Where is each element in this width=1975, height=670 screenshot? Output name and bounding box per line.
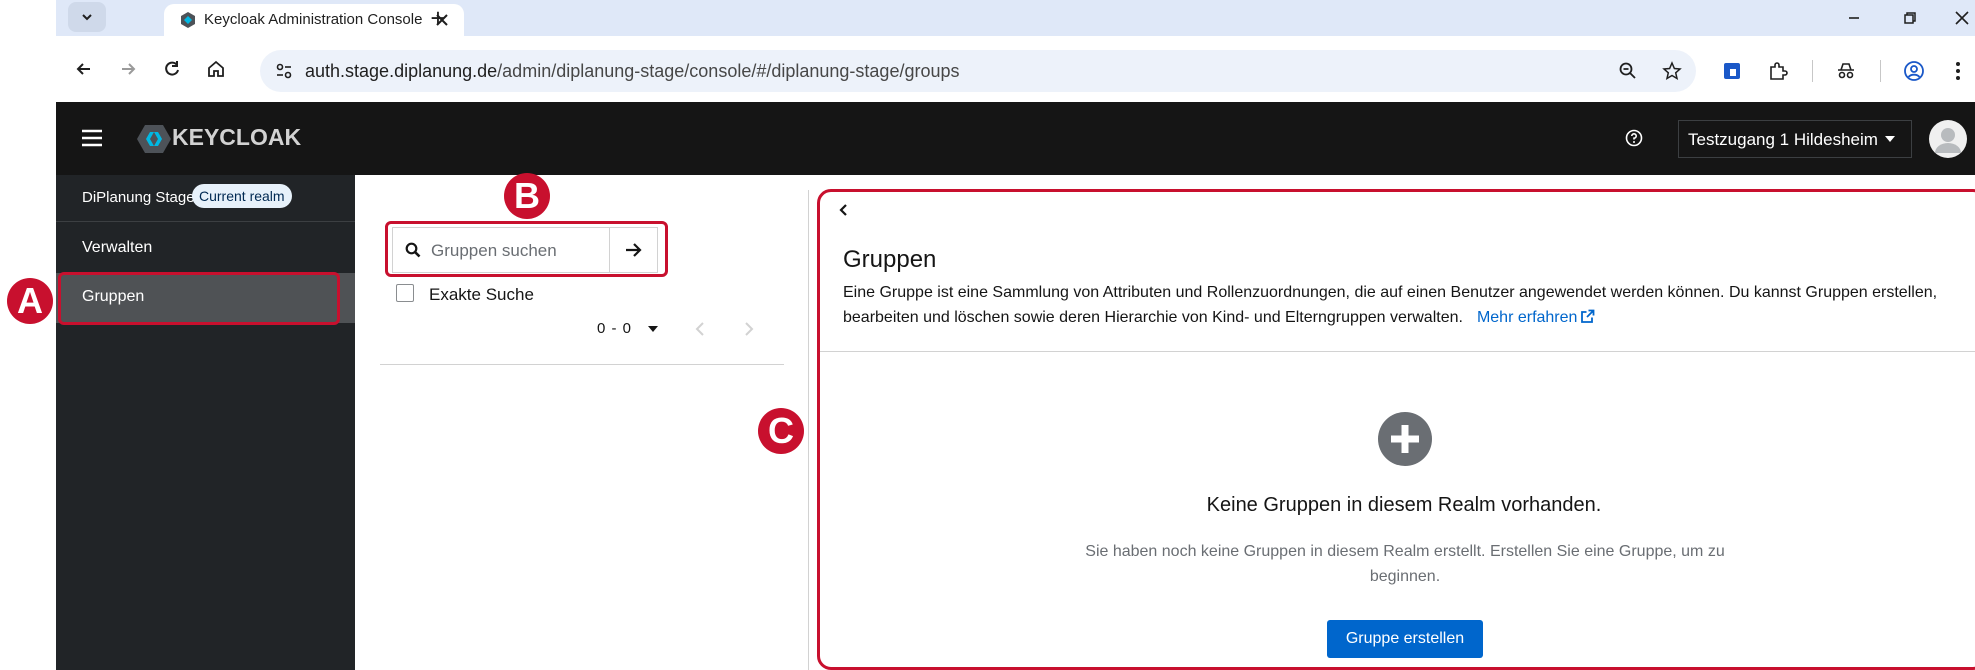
browser-tab[interactable]: Keycloak Administration Console: [164, 4, 464, 36]
url-path: /admin/diplanung-stage/console/#/diplanu…: [497, 61, 960, 81]
bookmark-star-icon[interactable]: [1656, 55, 1688, 87]
annotation-marker-a: A: [7, 278, 53, 324]
more-menu-icon[interactable]: [1942, 55, 1974, 87]
annotation-box-c: [817, 189, 1975, 670]
keycloak-favicon-icon: [172, 4, 204, 36]
exact-search-checkbox[interactable]: [396, 284, 414, 302]
url-text: auth.stage.diplanung.de/admin/diplanung-…: [305, 61, 960, 82]
pagination-next-icon[interactable]: [744, 321, 754, 337]
toolbar-separator: [1880, 60, 1881, 82]
pagination-count[interactable]: 0 - 0: [597, 320, 632, 337]
help-icon[interactable]: [1618, 122, 1650, 154]
hamburger-icon[interactable]: [76, 122, 108, 154]
back-icon[interactable]: [68, 53, 100, 85]
tab-list-icon[interactable]: [68, 2, 106, 32]
caret-down-icon: [1885, 136, 1895, 142]
logo-text: KEYCLOAK: [172, 124, 302, 150]
panel-divider: [808, 190, 809, 670]
close-window-icon[interactable]: [1946, 2, 1975, 34]
pagination-prev-icon[interactable]: [695, 321, 705, 337]
minimize-icon[interactable]: [1838, 2, 1870, 34]
browser-tab-bar: Keycloak Administration Console +: [56, 0, 1975, 36]
user-name: Testzugang 1 Hildesheim: [1688, 130, 1878, 149]
annotation-box-a: [58, 272, 340, 325]
keycloak-logo-icon: [136, 124, 172, 154]
reload-icon[interactable]: [156, 53, 188, 85]
home-icon[interactable]: [200, 53, 232, 85]
new-tab-icon[interactable]: +: [422, 2, 454, 34]
puzzle-icon[interactable]: [1762, 55, 1794, 87]
sidebar: DiPlanung Stage Current realm Verwalten …: [56, 175, 355, 670]
extension-icon[interactable]: [1716, 55, 1748, 87]
url-host: auth.stage.diplanung.de: [305, 61, 498, 81]
current-realm-badge: Current realm: [192, 184, 292, 208]
incognito-icon[interactable]: [1830, 55, 1862, 87]
avatar-icon[interactable]: [1929, 120, 1967, 158]
user-dropdown[interactable]: Testzugang 1 Hildesheim: [1678, 120, 1912, 158]
annotation-marker-c: C: [758, 408, 804, 454]
toolbar-separator: [1812, 60, 1813, 82]
restore-icon[interactable]: [1894, 2, 1926, 34]
address-bar[interactable]: auth.stage.diplanung.de/admin/diplanung-…: [260, 50, 1696, 92]
tab-title: Keycloak Administration Console: [204, 11, 423, 28]
realm-name: DiPlanung Stage: [82, 189, 195, 206]
profile-icon[interactable]: [1898, 55, 1930, 87]
site-settings-icon[interactable]: [268, 55, 300, 87]
sidebar-section-verwalten: Verwalten: [82, 239, 153, 256]
zoom-icon[interactable]: [1612, 55, 1644, 87]
forward-icon[interactable]: [112, 53, 144, 85]
app-masthead: KEYCLOAK Testzugang 1 Hildesheim: [56, 102, 1975, 175]
realm-selector[interactable]: DiPlanung Stage Current realm: [56, 175, 355, 222]
annotation-box-b: [385, 221, 668, 277]
exact-search-label: Exakte Suche: [429, 285, 534, 304]
pagination-caret-down-icon[interactable]: [648, 326, 658, 332]
annotation-marker-b: B: [504, 173, 550, 219]
divider: [380, 364, 784, 365]
